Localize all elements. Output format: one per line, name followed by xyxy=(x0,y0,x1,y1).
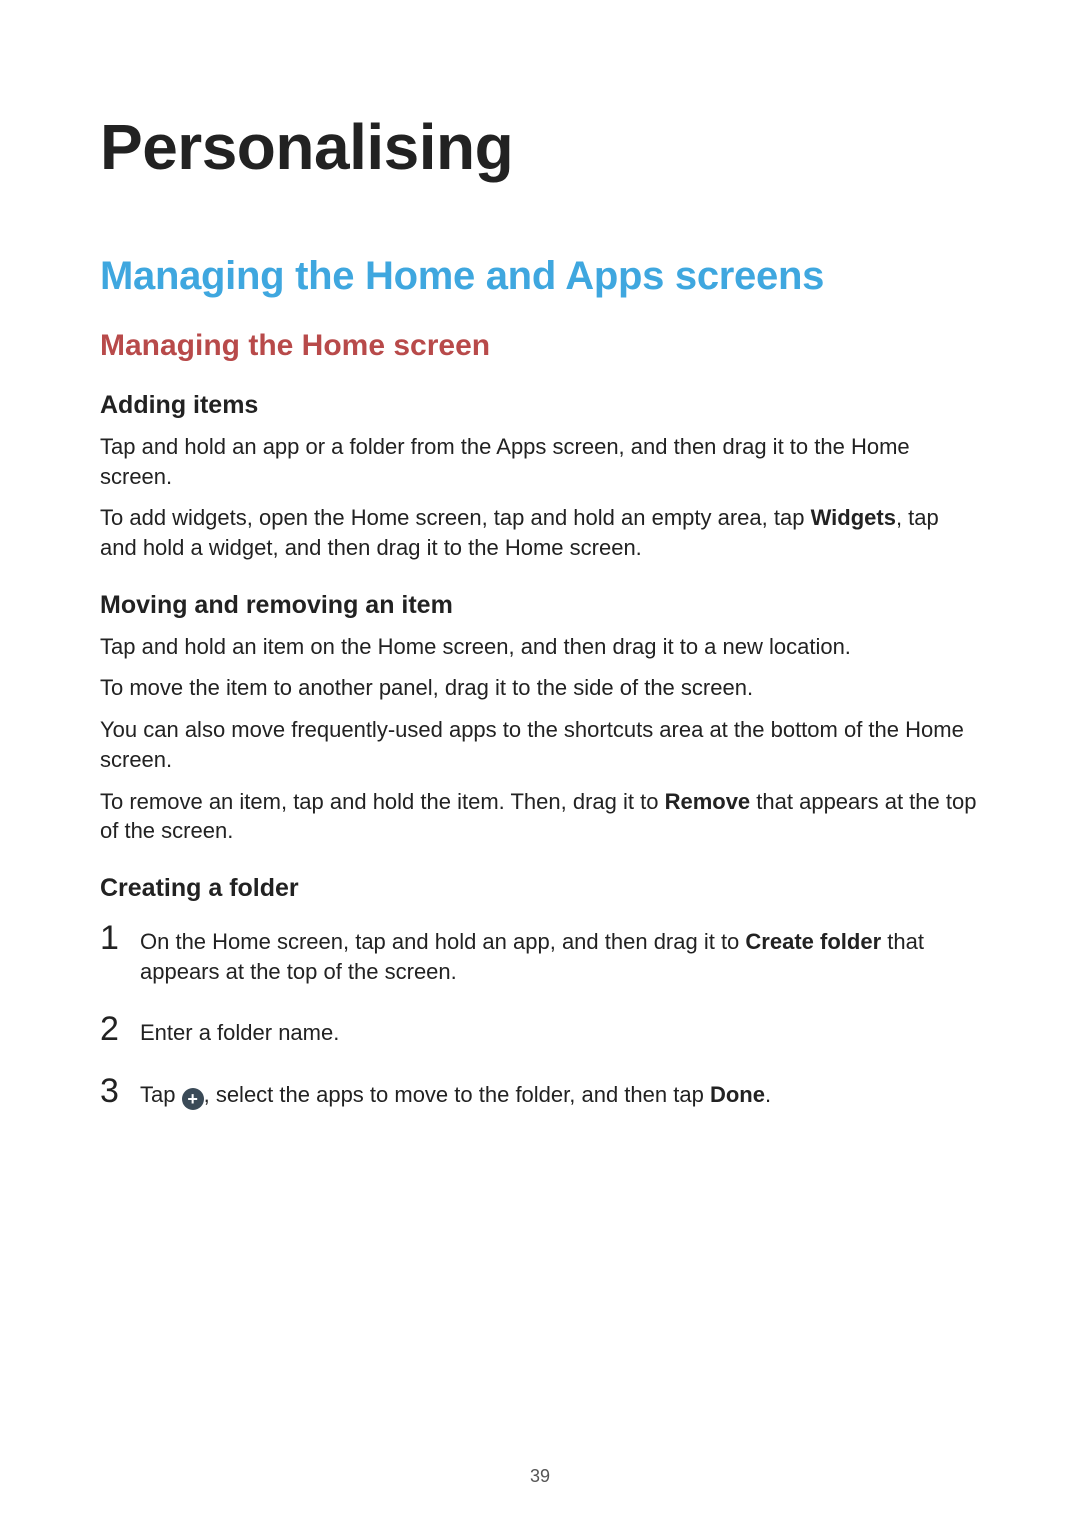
section-heading: Managing the Home and Apps screens xyxy=(100,254,980,299)
step-body: On the Home screen, tap and hold an app,… xyxy=(140,921,980,986)
page-title: Personalising xyxy=(100,110,980,184)
topic-heading-moving-removing: Moving and removing an item xyxy=(100,591,980,620)
topic-heading-creating-folder: Creating a folder xyxy=(100,874,980,903)
page-number: 39 xyxy=(0,1466,1080,1487)
bold-term-create-folder: Create folder xyxy=(745,929,881,954)
body-text: To remove an item, tap and hold the item… xyxy=(100,787,980,846)
page: Personalising Managing the Home and Apps… xyxy=(0,0,1080,1527)
bold-term-widgets: Widgets xyxy=(811,505,896,530)
bold-term-done: Done xyxy=(710,1082,765,1107)
step-number: 3 xyxy=(100,1074,122,1108)
body-text-span: To remove an item, tap and hold the item… xyxy=(100,789,665,814)
plus-icon: + xyxy=(182,1088,204,1110)
body-text-span: Tap xyxy=(140,1082,182,1107)
list-item: 1 On the Home screen, tap and hold an ap… xyxy=(100,921,980,986)
bold-term-remove: Remove xyxy=(665,789,751,814)
body-text: Tap and hold an app or a folder from the… xyxy=(100,432,980,491)
list-item: 2 Enter a folder name. xyxy=(100,1012,980,1048)
subsection-heading: Managing the Home screen xyxy=(100,329,980,363)
step-body: Enter a folder name. xyxy=(140,1012,980,1048)
body-text-span: . xyxy=(765,1082,771,1107)
topic-heading-adding-items: Adding items xyxy=(100,391,980,420)
body-text-span: , select the apps to move to the folder,… xyxy=(204,1082,710,1107)
body-text-span: On the Home screen, tap and hold an app,… xyxy=(140,929,745,954)
body-text: To move the item to another panel, drag … xyxy=(100,673,980,703)
body-text: To add widgets, open the Home screen, ta… xyxy=(100,503,980,562)
step-number: 1 xyxy=(100,921,122,955)
body-text: You can also move frequently-used apps t… xyxy=(100,715,980,774)
step-body: Tap +, select the apps to move to the fo… xyxy=(140,1074,980,1110)
list-item: 3 Tap +, select the apps to move to the … xyxy=(100,1074,980,1110)
numbered-list: 1 On the Home screen, tap and hold an ap… xyxy=(100,921,980,1110)
step-number: 2 xyxy=(100,1012,122,1046)
body-text-span: To add widgets, open the Home screen, ta… xyxy=(100,505,811,530)
body-text: Tap and hold an item on the Home screen,… xyxy=(100,632,980,662)
